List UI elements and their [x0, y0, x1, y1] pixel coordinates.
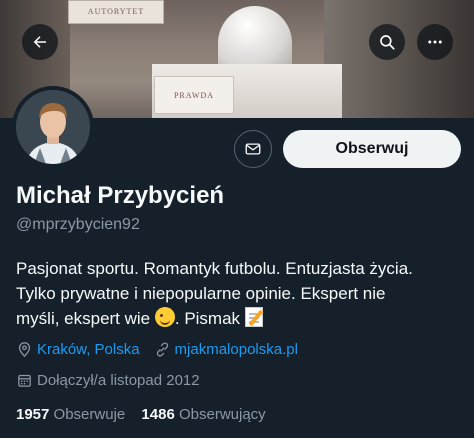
- follow-stats: 1957 Obserwuje 1486 Obserwujący: [16, 406, 278, 423]
- more-horizontal-icon: [428, 40, 442, 44]
- location-link[interactable]: Kraków, Polska: [37, 341, 140, 358]
- banner-wall: [324, 0, 474, 118]
- search-icon: [380, 35, 395, 50]
- bio-line: Pasjonat sportu. Romantyk futbolu. Entuz…: [16, 259, 413, 278]
- profile-joined-row: Dołączył/a listopad 2012: [16, 372, 200, 389]
- profile-name: Michał Przybycień: [16, 182, 225, 209]
- winking-face-icon: [154, 307, 175, 327]
- more-button[interactable]: [417, 24, 453, 60]
- banner-sign: PRAWDA: [154, 76, 234, 114]
- message-button[interactable]: [234, 130, 272, 168]
- bio-line: myśli, ekspert wie . Pismak: [16, 306, 466, 331]
- location-pin-icon: [18, 342, 31, 358]
- followers-link[interactable]: 1486 Obserwujący: [141, 406, 265, 423]
- arrow-left-icon: [33, 36, 46, 48]
- joined-date: Dołączył/a listopad 2012: [37, 372, 200, 389]
- link-icon: [156, 342, 168, 357]
- memo-icon: [244, 307, 263, 327]
- website-link[interactable]: mjakmalopolska.pl: [175, 341, 298, 358]
- follow-button[interactable]: Obserwuj: [283, 130, 461, 168]
- avatar-photo: [16, 90, 90, 164]
- bio-line-text: myśli, ekspert wie: [16, 309, 151, 328]
- avatar[interactable]: [12, 86, 94, 168]
- profile-meta-row: Kraków, Polska mjakmalopolska.pl: [16, 341, 298, 358]
- following-link[interactable]: 1957 Obserwuje: [16, 406, 125, 423]
- profile-bio: Pasjonat sportu. Romantyk futbolu. Entuz…: [16, 256, 466, 331]
- banner-sign: AUTORYTET: [68, 0, 164, 24]
- envelope-icon: [245, 143, 261, 155]
- bio-line: Tylko prywatne i niepopularne opinie. Ek…: [16, 284, 386, 303]
- search-button[interactable]: [369, 24, 405, 60]
- bio-line-text: . Pismak: [174, 309, 241, 328]
- profile-handle: @mprzybycien92: [16, 216, 140, 233]
- back-button[interactable]: [22, 24, 58, 60]
- calendar-icon: [18, 374, 31, 387]
